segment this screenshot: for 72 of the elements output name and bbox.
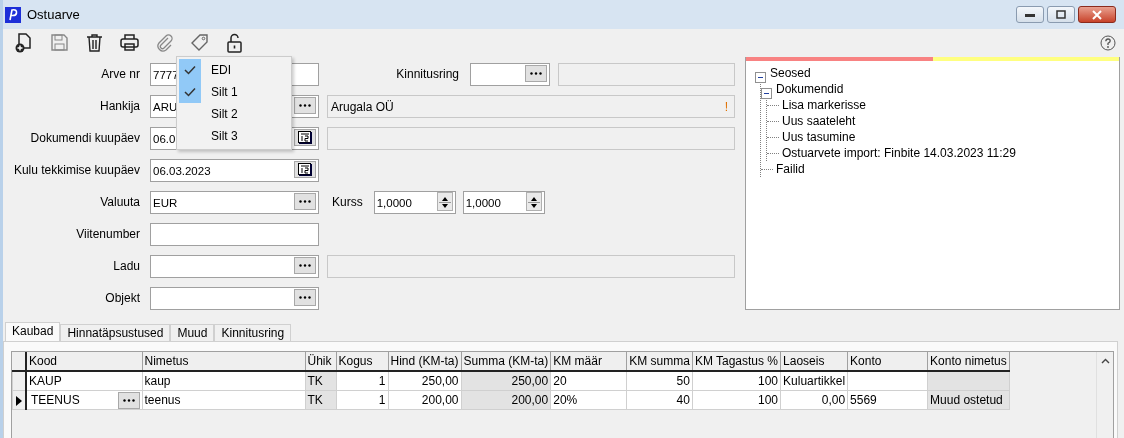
lookup-button[interactable]: [294, 97, 316, 114]
tab[interactable]: Muud: [170, 324, 215, 341]
tree-item[interactable]: Lisa markerisse: [782, 96, 867, 114]
column-header: Nimetus: [142, 352, 305, 371]
calendar-icon: [298, 131, 312, 144]
tree-item[interactable]: Uus saateleht: [782, 112, 856, 130]
app-logo-icon: [5, 6, 21, 23]
field-label: Kurss: [332, 194, 363, 211]
menu-item[interactable]: EDI: [179, 59, 289, 81]
column-header: Konto nimetus: [927, 352, 1010, 371]
lookup-button[interactable]: [294, 289, 316, 306]
column-header: KM määr: [550, 352, 627, 371]
tree-item[interactable]: Uus tasumine: [782, 128, 856, 146]
field-label: Viitenumber: [75, 226, 140, 243]
field-label: Kulu tekkimise kuupäev: [12, 162, 140, 179]
column-header: Hind (KM-ta): [388, 352, 461, 371]
maximize-button[interactable]: [1047, 6, 1075, 23]
column-header: Laoseis: [780, 352, 848, 371]
input-field[interactable]: [150, 223, 319, 246]
tab[interactable]: Hinnatäpsustused: [60, 324, 171, 341]
column-header: Kogus: [336, 352, 388, 371]
minimize-button[interactable]: [1016, 6, 1044, 23]
tab[interactable]: Kinnitusring: [214, 324, 292, 341]
warning-mark: !: [724, 98, 728, 116]
tab[interactable]: Kaubad: [5, 322, 61, 341]
more-icon: [299, 200, 311, 203]
cell-value: TEENUS: [30, 392, 80, 409]
lookup-field[interactable]: [150, 255, 319, 278]
tree-item[interactable]: Failid: [776, 160, 805, 178]
lookup-field[interactable]: EUR: [150, 191, 319, 214]
tree-item[interactable]: Ostuarvete import: Finbite 14.03.2023 11:29: [782, 144, 1016, 162]
window-title: Ostuarve: [27, 5, 80, 24]
column-header: Kood: [26, 352, 142, 371]
date-field[interactable]: 06.03.2023: [150, 159, 319, 182]
field-label: Dokumendi kuupäev: [29, 130, 140, 147]
more-icon: [530, 72, 542, 75]
close-icon: [1092, 9, 1102, 20]
menu-item[interactable]: Silt 2: [179, 103, 289, 125]
field-label: Kinnitusring: [396, 66, 459, 83]
more-icon: [299, 104, 311, 107]
menu-item[interactable]: Silt 3: [179, 125, 289, 147]
lookup-button[interactable]: [525, 65, 547, 82]
close-button[interactable]: [1078, 6, 1116, 23]
more-icon: [122, 398, 135, 402]
calendar-button[interactable]: [294, 129, 316, 146]
field-label: Valuuta: [99, 194, 140, 211]
tree-item[interactable]: Dokumendid: [776, 80, 844, 98]
column-header: KM summa: [626, 352, 693, 371]
calendar-icon: [298, 163, 312, 176]
column-header: KM Tagastus %: [692, 352, 781, 371]
more-icon: [299, 296, 311, 299]
menu-item[interactable]: Silt 1: [179, 81, 289, 103]
calendar-button[interactable]: [294, 161, 316, 178]
readonly-value: Arugala OÜ: [331, 98, 394, 116]
help-icon[interactable]: [1100, 34, 1116, 51]
field-label: Arve nr: [100, 66, 140, 83]
more-icon: [299, 264, 311, 267]
column-header: Konto: [847, 352, 928, 371]
field-label: Ladu: [112, 258, 140, 275]
scroll-up-icon[interactable]: [1100, 358, 1110, 364]
lookup-button[interactable]: [294, 257, 316, 274]
maximize-icon: [1056, 10, 1066, 19]
column-header: Summa (KM-ta): [461, 352, 551, 371]
minimize-icon: [1025, 12, 1035, 17]
scrollbar[interactable]: [1096, 352, 1113, 438]
lookup-field[interactable]: [150, 287, 319, 310]
field-label: Objekt: [104, 290, 140, 307]
field-label: Hankija: [98, 98, 140, 115]
tree-item[interactable]: Seosed: [770, 64, 811, 82]
lookup-button[interactable]: [117, 391, 140, 409]
lookup-button[interactable]: [294, 193, 316, 210]
column-header: Ühik: [305, 352, 336, 371]
